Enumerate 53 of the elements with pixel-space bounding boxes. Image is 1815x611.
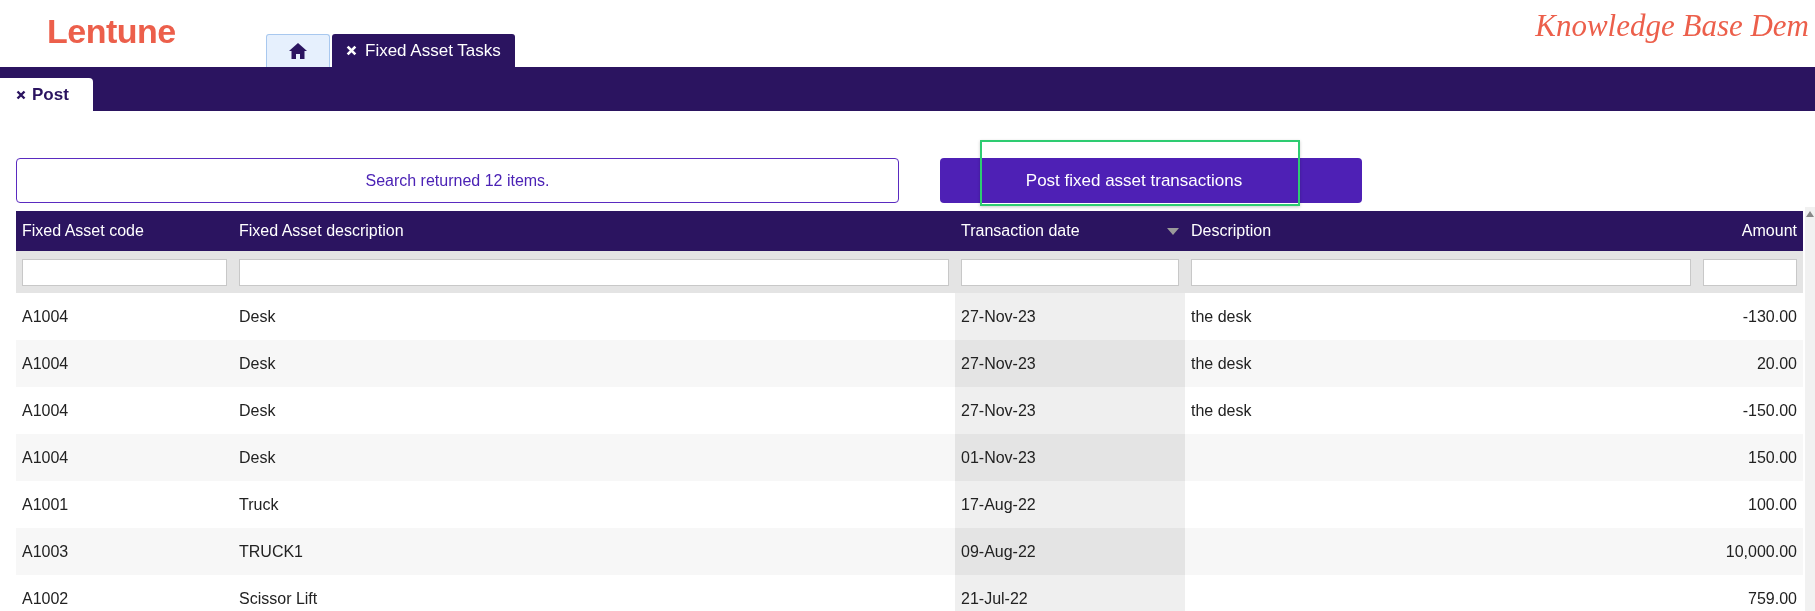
table-cell-text: Desk bbox=[238, 306, 277, 327]
scroll-up-icon bbox=[1806, 211, 1814, 217]
table-cell-text: A1004 bbox=[21, 306, 70, 327]
filter-field[interactable] bbox=[239, 258, 949, 286]
table-cell-text: TRUCK1 bbox=[238, 541, 304, 562]
table-cell-text: the desk bbox=[1190, 400, 1253, 421]
close-icon bbox=[346, 45, 357, 56]
column-header[interactable]: Amount bbox=[1697, 211, 1803, 251]
table-cell: 09-Aug-22 bbox=[955, 528, 1185, 575]
tagline-text: Knowledge Base Dem bbox=[1535, 8, 1809, 44]
post-tab[interactable]: Post bbox=[0, 78, 93, 111]
column-header[interactable]: Fixed Asset code bbox=[16, 211, 233, 251]
filter-field[interactable] bbox=[22, 258, 227, 286]
table-cell-text: 10,000.00 bbox=[1724, 541, 1798, 562]
table-cell: 21-Jul-22 bbox=[955, 575, 1185, 611]
home-icon bbox=[288, 42, 308, 60]
table-cell-text: Desk bbox=[238, 447, 277, 468]
table-cell-text: A1004 bbox=[21, 400, 70, 421]
table-cell: 01-Nov-23 bbox=[955, 434, 1185, 481]
table-cell: 27-Nov-23 bbox=[955, 293, 1185, 340]
table-cell-text: 150.00 bbox=[1747, 447, 1798, 468]
table-cell-text: the desk bbox=[1190, 353, 1253, 374]
table-cell: 17-Aug-22 bbox=[955, 481, 1185, 528]
search-status-box: Search returned 12 items. bbox=[16, 158, 899, 203]
table-cell-text: Desk bbox=[238, 400, 277, 421]
table-cell-text: A1001 bbox=[21, 494, 70, 515]
home-tab[interactable] bbox=[266, 34, 330, 67]
column-header[interactable]: Description bbox=[1185, 211, 1697, 251]
table-cell: 27-Nov-23 bbox=[955, 387, 1185, 434]
filter-field[interactable] bbox=[961, 258, 1179, 286]
column-header[interactable]: Fixed Asset description bbox=[233, 211, 955, 251]
table-cell-text: Truck bbox=[238, 494, 280, 515]
filter-field[interactable] bbox=[1191, 258, 1691, 286]
table-cell-text: 20.00 bbox=[1755, 353, 1798, 374]
table-cell-text: A1004 bbox=[21, 353, 70, 374]
table-cell-text: 759.00 bbox=[1747, 588, 1798, 609]
close-icon bbox=[16, 89, 26, 100]
sort-caret-icon bbox=[1167, 227, 1179, 235]
module-tab[interactable]: Fixed Asset Tasks bbox=[332, 34, 515, 67]
column-header[interactable]: Transaction date bbox=[955, 211, 1185, 251]
table-cell-text: Desk bbox=[238, 353, 277, 374]
table-cell-text: -130.00 bbox=[1741, 306, 1798, 327]
table-cell-text: A1003 bbox=[21, 541, 70, 562]
table-cell-text: the desk bbox=[1190, 306, 1253, 327]
logo-text: Lentune bbox=[47, 12, 176, 51]
table-cell-text: 100.00 bbox=[1747, 494, 1798, 515]
post-button[interactable]: Post fixed asset transactions bbox=[940, 158, 1362, 203]
table-cell-text: A1002 bbox=[21, 588, 70, 609]
table-cell-text: -150.00 bbox=[1741, 400, 1798, 421]
table-cell: 27-Nov-23 bbox=[955, 340, 1185, 387]
filter-field[interactable] bbox=[1703, 258, 1797, 286]
table-cell-text: A1004 bbox=[21, 447, 70, 468]
table-cell-text: Scissor Lift bbox=[238, 588, 319, 609]
